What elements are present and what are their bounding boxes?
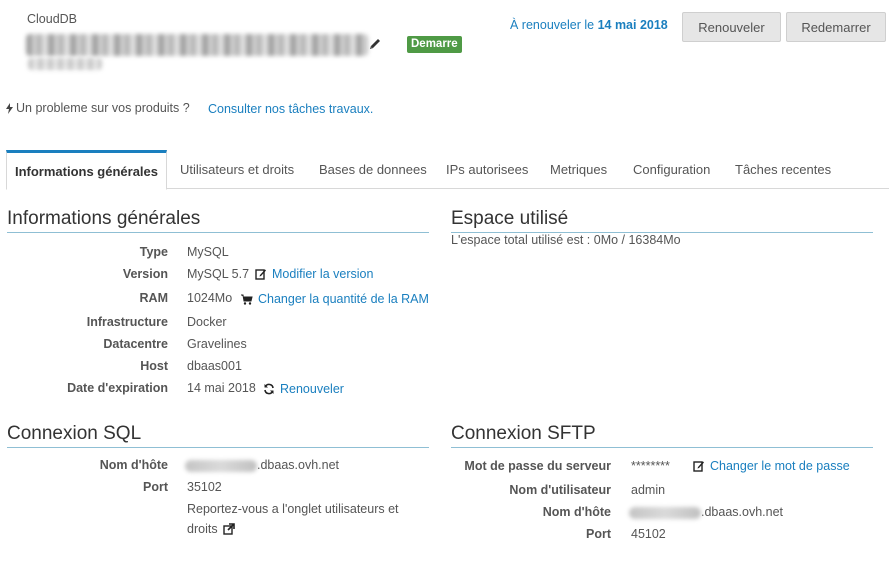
sftp-host-redacted: [629, 506, 701, 519]
sftp-port-label: Port: [586, 527, 611, 541]
sql-port-label: Port: [143, 480, 168, 494]
expiration-label: Date d'expiration: [67, 381, 168, 395]
sql-note-line2[interactable]: droits: [187, 522, 235, 536]
ram-label: RAM: [139, 291, 168, 305]
datacentre-value: Gravelines: [187, 337, 247, 351]
sftp-user-label: Nom d'utilisateur: [509, 483, 611, 497]
general-info-title: Informations générales: [7, 208, 429, 233]
type-label: Type: [139, 245, 168, 259]
infrastructure-label: Infrastructure: [86, 315, 168, 329]
tab-metrics[interactable]: Metriques: [550, 150, 607, 189]
renewal-info[interactable]: À renouveler le 14 mai 2018: [510, 18, 668, 32]
tab-users-rights[interactable]: Utilisateurs et droits: [180, 150, 294, 189]
change-ram-link[interactable]: Changer la quantité de la RAM: [241, 292, 429, 306]
sftp-host-suffix: .dbaas.ovh.net: [701, 505, 784, 519]
change-password-link[interactable]: Changer le mot de passe: [693, 459, 850, 473]
expiration-value: 14 mai 2018: [187, 381, 256, 395]
sql-note-text: droits: [187, 522, 218, 536]
service-name-redacted: [26, 34, 368, 56]
tab-bar: Informations générales Utilisateurs et d…: [6, 150, 889, 190]
change-ram-label: Changer la quantité de la RAM: [258, 292, 429, 306]
ram-value: 1024Mo: [187, 291, 233, 305]
lightning-icon: [6, 102, 13, 114]
host-label: Host: [140, 359, 168, 373]
modify-version-label: Modifier la version: [272, 267, 374, 281]
space-title: Espace utilisé: [451, 208, 873, 233]
sftp-connection-title: Connexion SFTP: [451, 423, 873, 448]
external-link-icon: [222, 523, 235, 535]
service-id-redacted: [28, 58, 102, 70]
works-link[interactable]: Consulter nos tâches travaux.: [208, 102, 373, 116]
sql-host-redacted: [185, 459, 257, 472]
pencil-icon[interactable]: [368, 37, 382, 51]
sql-note-line1: Reportez-vous a l'onglet utilisateurs et: [187, 502, 399, 516]
edit-icon: [255, 269, 266, 280]
sql-host-label: Nom d'hôte: [99, 458, 168, 472]
sftp-host-value: .dbaas.ovh.net: [629, 505, 783, 519]
version-label: Version: [122, 267, 168, 281]
cart-icon: [241, 294, 253, 305]
tab-recent-tasks[interactable]: Tâches recentes: [735, 150, 831, 189]
sql-host-suffix: .dbaas.ovh.net: [257, 458, 340, 472]
change-password-label: Changer le mot de passe: [710, 459, 850, 473]
infrastructure-value: Docker: [187, 315, 227, 329]
renew-link-label: Renouveler: [280, 382, 344, 396]
sftp-user-value: admin: [631, 483, 666, 497]
tab-authorized-ips[interactable]: IPs autorisees: [446, 150, 528, 189]
tab-configuration[interactable]: Configuration: [633, 150, 710, 189]
type-value: MySQL: [187, 245, 229, 259]
status-badge: Demarre: [407, 36, 462, 53]
sftp-password-label: Mot de passe du serveur: [464, 459, 611, 473]
renew-button[interactable]: Renouveler: [682, 12, 781, 42]
tab-general-info[interactable]: Informations générales: [6, 150, 167, 190]
tab-databases[interactable]: Bases de donnees: [319, 150, 427, 189]
space-usage-text: L'espace total utilisé est : 0Mo / 16384…: [451, 233, 681, 247]
sql-port-value: 35102: [187, 480, 222, 494]
renewal-date: 14 mai 2018: [597, 18, 668, 32]
edit-icon: [693, 461, 704, 472]
sftp-port-value: 45102: [631, 527, 666, 541]
problem-notice: Un probleme sur vos produits ?: [6, 101, 190, 115]
sql-host-value: .dbaas.ovh.net: [185, 458, 339, 472]
modify-version-link[interactable]: Modifier la version: [255, 267, 373, 281]
version-value: MySQL 5.7: [187, 267, 250, 281]
renew-link[interactable]: Renouveler: [263, 382, 344, 396]
refresh-icon: [264, 383, 274, 395]
sql-connection-title: Connexion SQL: [7, 423, 429, 448]
datacentre-label: Datacentre: [103, 337, 168, 351]
problem-text: Un probleme sur vos produits ?: [16, 101, 190, 115]
sftp-password-value: ********: [631, 459, 670, 473]
product-type-label: CloudDB: [27, 12, 78, 26]
host-value: dbaas001: [187, 359, 242, 373]
sftp-host-label: Nom d'hôte: [542, 505, 611, 519]
restart-button[interactable]: Redemarrer: [786, 12, 886, 42]
renewal-prefix: À renouveler le: [510, 18, 595, 32]
